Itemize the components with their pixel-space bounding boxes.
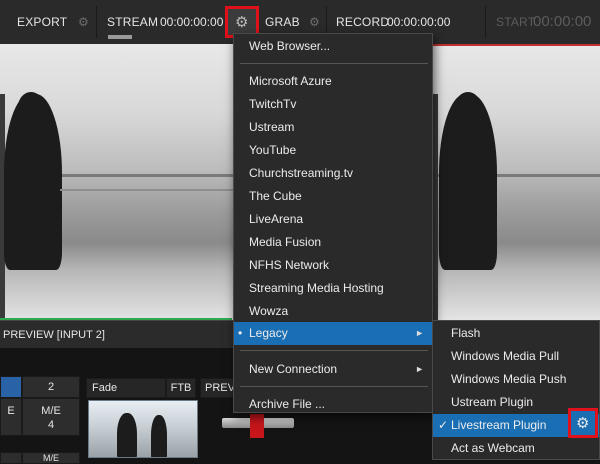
me-number: 4 [47, 419, 55, 431]
fade-transition-button[interactable]: Fade [86, 378, 166, 398]
transition-thumbnail[interactable] [88, 400, 198, 458]
submenu-item-windows-media-pull[interactable]: Windows Media Pull [433, 345, 599, 368]
stream-level-bar [108, 35, 132, 39]
selected-bullet-icon: • [238, 326, 243, 340]
menu-item-twitchtv[interactable]: TwitchTv [234, 93, 432, 116]
input-2-button[interactable]: 2 [22, 376, 80, 398]
submenu-item-livestream-plugin-label: Livestream Plugin [451, 418, 547, 432]
menu-item-microsoft-azure[interactable]: Microsoft Azure [234, 70, 432, 93]
submenu-item-windows-media-push[interactable]: Windows Media Push [433, 368, 599, 391]
stream-button[interactable]: STREAM [107, 15, 158, 29]
preview-label: PREVIEW [INPUT 2] [3, 329, 105, 341]
menu-item-media-fusion[interactable]: Media Fusion [234, 231, 432, 254]
menu-item-livearena[interactable]: LiveArena [234, 208, 432, 231]
menu-divider [240, 350, 428, 351]
menu-item-web-browser[interactable]: Web Browser... [234, 35, 432, 58]
me-bottom-left-button[interactable] [0, 452, 22, 464]
program-frame-border [433, 44, 600, 320]
stream-settings-menu: Web Browser... Microsoft Azure TwitchTv … [233, 33, 433, 413]
record-timer: 00:00:00:00 [387, 15, 451, 29]
checkmark-icon: ✓ [438, 418, 449, 432]
record-button[interactable]: RECORD [336, 15, 389, 29]
start-timer: 00:00:00 [533, 13, 592, 30]
menu-item-wowza[interactable]: Wowza [234, 300, 432, 323]
menu-item-churchstreaming[interactable]: Churchstreaming.tv [234, 162, 432, 185]
plugin-settings-button[interactable]: ⚙ [568, 408, 598, 438]
toolbar-divider [96, 6, 97, 38]
input-1-button[interactable] [0, 376, 22, 398]
preview-button[interactable]: PREVI [200, 378, 234, 398]
grab-button[interactable]: GRAB [265, 15, 300, 29]
legacy-submenu: Flash Windows Media Pull Windows Media P… [432, 320, 600, 460]
submenu-arrow-icon: ► [415, 328, 424, 338]
submenu-arrow-icon: ► [415, 364, 424, 374]
menu-item-new-connection-label: New Connection [249, 362, 338, 376]
menu-divider [240, 63, 428, 64]
t-bar-handle[interactable] [250, 414, 264, 438]
menu-item-new-connection[interactable]: New Connection ► [234, 358, 432, 381]
gear-icon: ⚙ [235, 14, 249, 31]
me-4-button[interactable]: M/E 4 [22, 398, 80, 436]
preview-frame-border [0, 44, 232, 320]
export-button[interactable]: EXPORT [17, 15, 67, 29]
gear-icon: ⚙ [576, 415, 590, 432]
grab-gear-icon[interactable]: ⚙ [309, 15, 320, 29]
me-label: M/E [41, 405, 61, 417]
me-bottom-right-button[interactable]: M/E [22, 452, 80, 464]
menu-item-the-cube[interactable]: The Cube [234, 185, 432, 208]
start-button[interactable]: START [496, 15, 535, 29]
menu-divider [240, 386, 428, 387]
me-left-button[interactable]: E [0, 398, 22, 436]
menu-item-youtube[interactable]: YouTube [234, 139, 432, 162]
menu-item-streaming-media-hosting[interactable]: Streaming Media Hosting [234, 277, 432, 300]
menu-item-nfhs-network[interactable]: NFHS Network [234, 254, 432, 277]
export-gear-icon[interactable]: ⚙ [78, 15, 89, 29]
menu-item-archive-file[interactable]: Archive File ... [234, 393, 432, 416]
toolbar-divider [485, 6, 486, 38]
submenu-item-flash[interactable]: Flash [433, 322, 599, 345]
menu-item-legacy-label: Legacy [249, 326, 288, 340]
menu-item-legacy[interactable]: • Legacy ► [234, 322, 432, 345]
ftb-button[interactable]: FTB [166, 378, 196, 398]
submenu-item-act-as-webcam[interactable]: Act as Webcam [433, 437, 599, 460]
stream-timer: 00:00:00:00 [160, 15, 224, 29]
menu-item-ustream[interactable]: Ustream [234, 116, 432, 139]
